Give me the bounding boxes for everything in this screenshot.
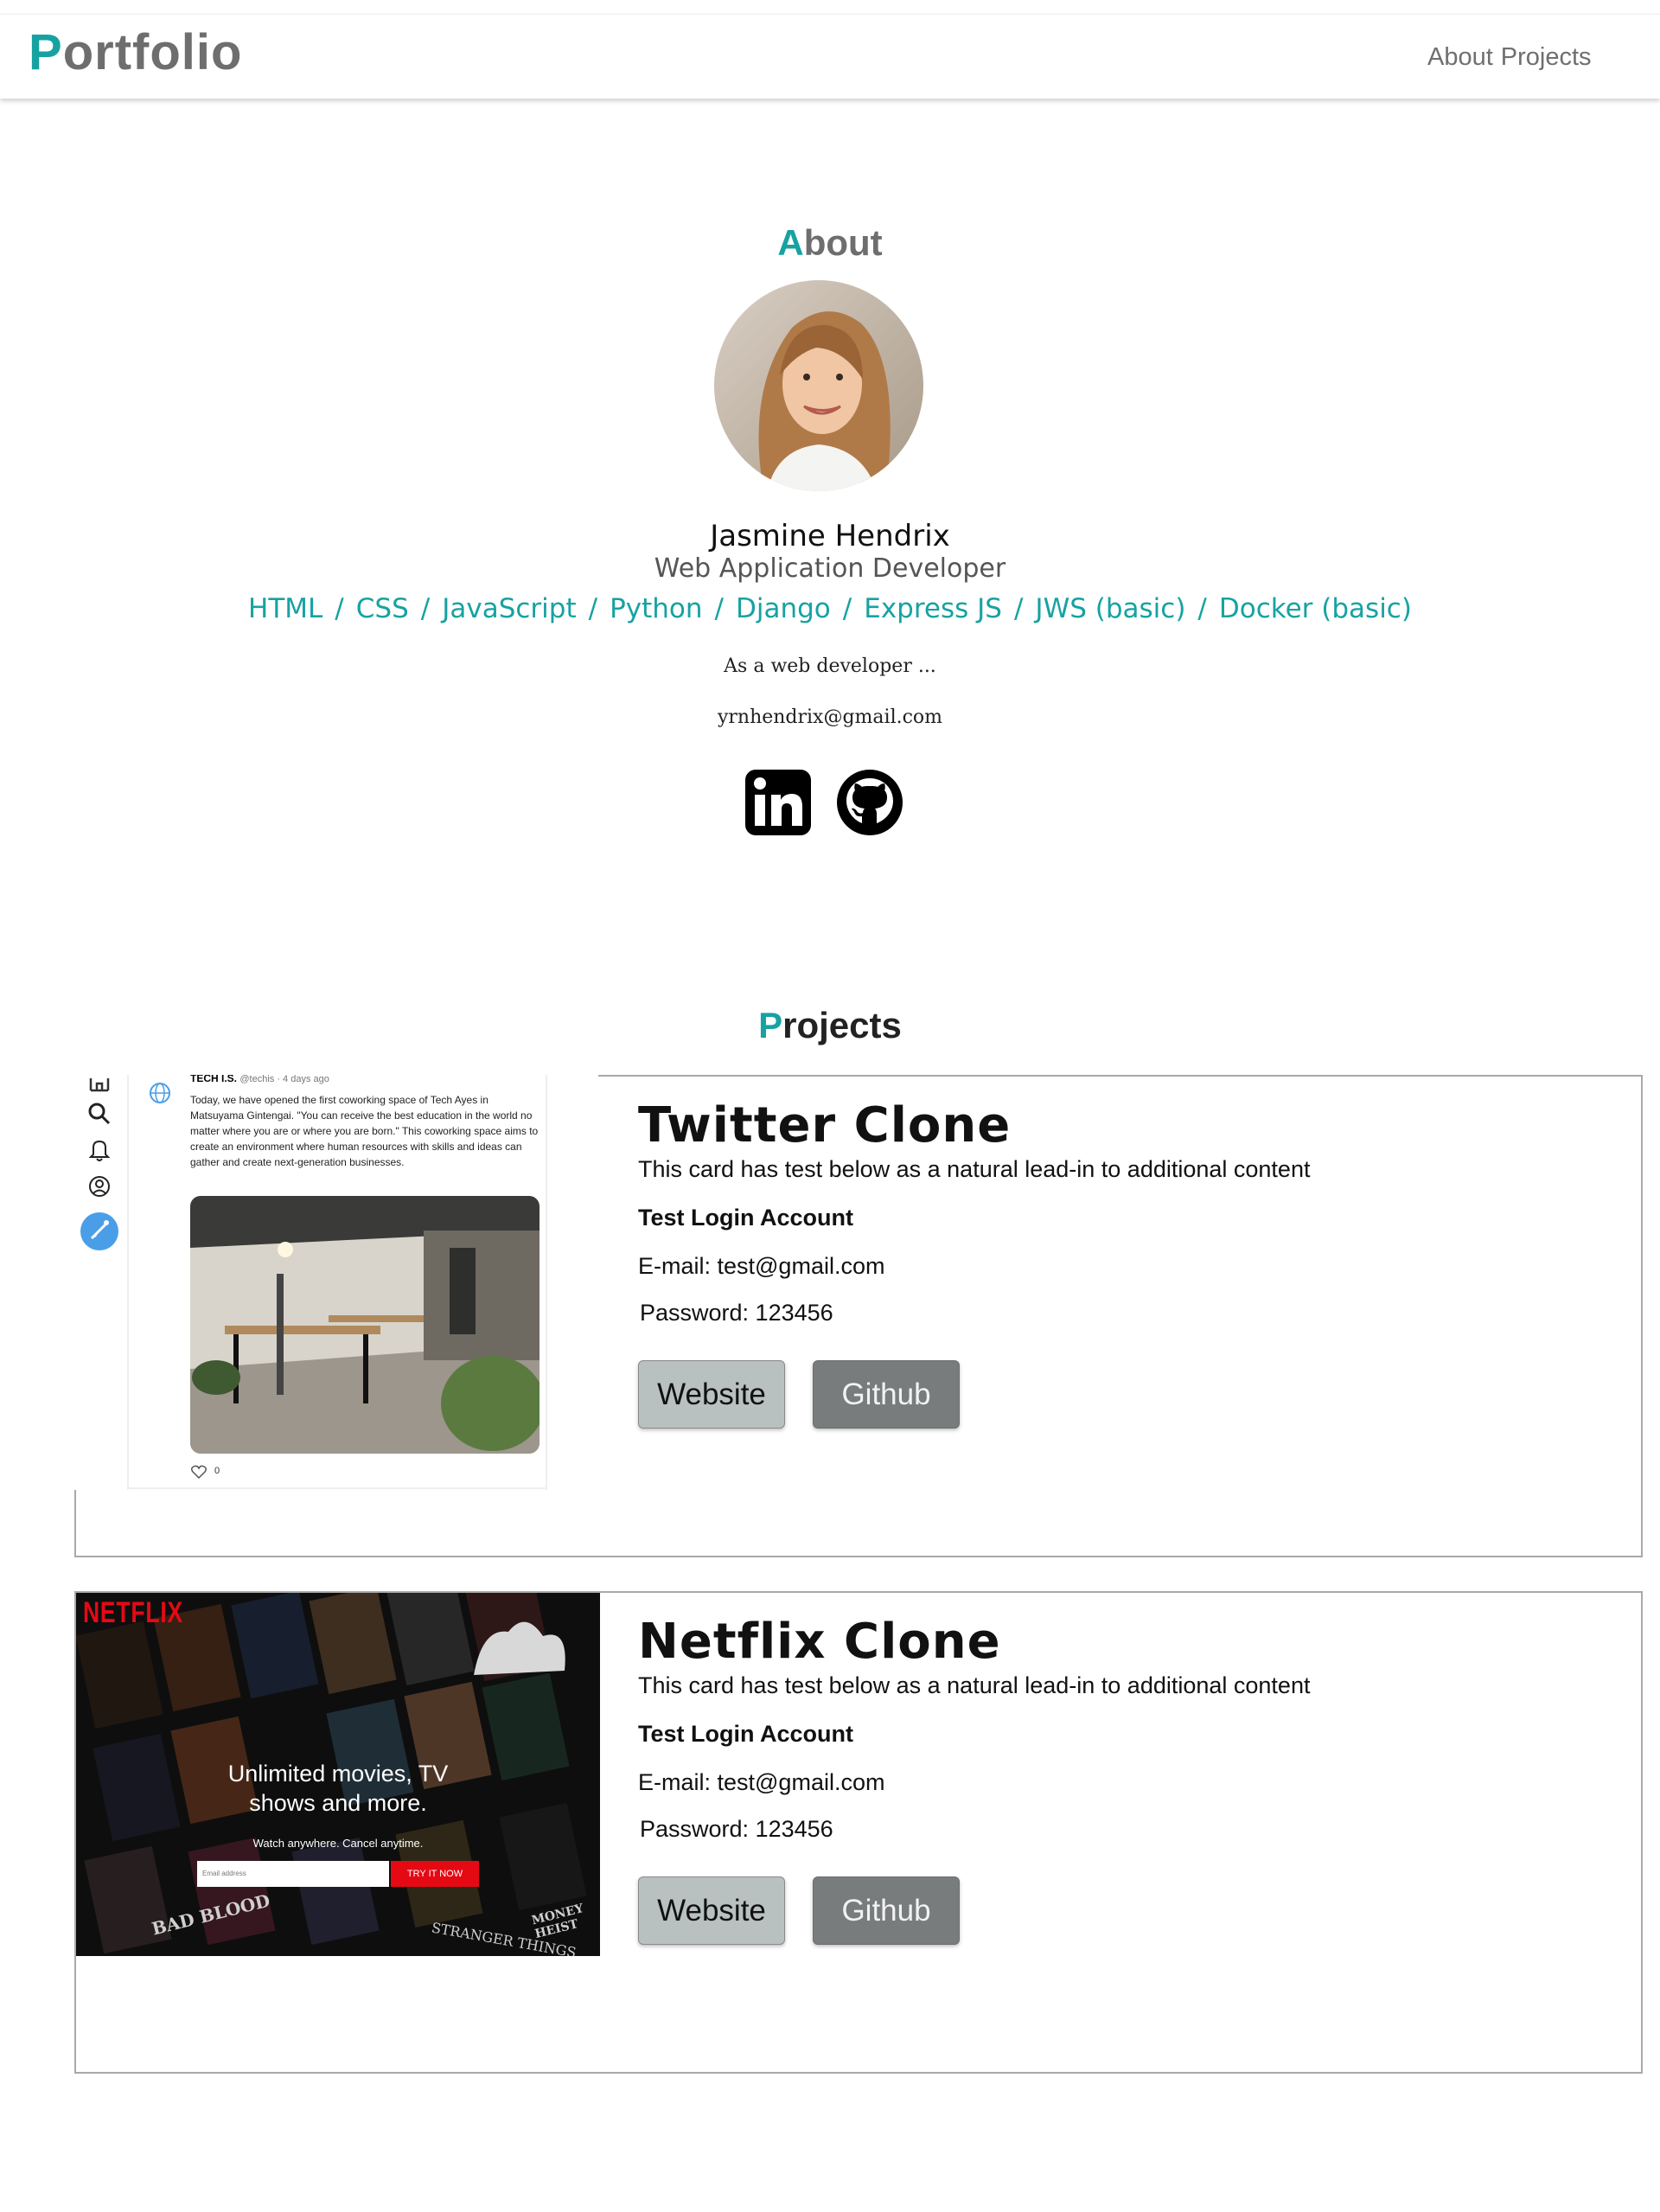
skill-separator: /: [1197, 593, 1207, 624]
bell-icon: [88, 1140, 111, 1161]
projects-title-first: P: [758, 1005, 783, 1045]
skill-separator: /: [588, 593, 598, 624]
project-card-twitter: TECH I.S. @techis · 4 days ago Today, we…: [74, 1075, 1643, 1557]
netflix-subline: Watch anywhere. Cancel anytime.: [252, 1837, 424, 1850]
tweet-author-line: TECH I.S. @techis · 4 days ago: [190, 1075, 329, 1084]
avatar: [714, 280, 923, 491]
card-description: This card has test below as a natural le…: [638, 1156, 1311, 1182]
github-button[interactable]: Github: [813, 1360, 960, 1429]
skill-jws: JWS (basic): [1035, 593, 1186, 624]
skills-list: HTML / CSS / JavaScript / Python / Django / Expres…: [0, 593, 1660, 624]
about-title: About: [0, 222, 1660, 264]
tweet-handle: @techis · 4 days ago: [239, 1075, 329, 1084]
search-icon: [88, 1103, 111, 1125]
nav-link-about[interactable]: About: [1427, 43, 1493, 71]
skill-separator: /: [1013, 593, 1024, 624]
card-title: Netflix Clone: [638, 1614, 1001, 1670]
skill-separator: /: [335, 593, 344, 624]
compose-tweet-icon: [80, 1212, 118, 1250]
globe-icon: [150, 1083, 170, 1103]
tweet-author: TECH I.S.: [190, 1075, 238, 1084]
skill-separator: /: [420, 593, 431, 624]
profile-icon: [89, 1176, 110, 1197]
netflix-logo: NETFLIX: [83, 1596, 183, 1629]
brand-logo[interactable]: Portfolio: [29, 23, 242, 81]
login-password: Password: 123456: [640, 1300, 833, 1326]
tweet-image: [190, 1196, 540, 1454]
github-button[interactable]: Github: [813, 1876, 960, 1945]
about-title-rest: bout: [803, 222, 883, 263]
brand-first-letter: P: [29, 24, 63, 80]
project-card-netflix: NETFLIX Unlimited movies, TV shows and m…: [74, 1591, 1643, 2074]
home-icon: [89, 1078, 110, 1092]
skill-css: CSS: [355, 593, 409, 624]
website-button[interactable]: Website: [638, 1360, 785, 1429]
projects-title: Projects: [0, 1005, 1660, 1046]
about-blurb: As a web developer ...: [724, 655, 936, 677]
contact-email: yrnhendrix@gmail.com: [717, 706, 943, 728]
like-count: 0: [214, 1466, 220, 1476]
heart-icon[interactable]: [190, 1464, 208, 1480]
linkedin-icon[interactable]: [744, 768, 813, 837]
projects-title-rest: rojects: [782, 1005, 902, 1045]
login-heading: Test Login Account: [638, 1721, 853, 1747]
skill-separator: /: [842, 593, 852, 624]
netflix-cta-button[interactable]: TRY IT NOW: [391, 1861, 479, 1887]
card-description: This card has test below as a natural le…: [638, 1672, 1311, 1698]
skill-express: Express JS: [864, 593, 1002, 624]
twitter-screenshot: TECH I.S. @techis · 4 days ago Today, we…: [74, 1075, 598, 1490]
login-email: E-mail: test@gmail.com: [638, 1769, 885, 1795]
skill-python: Python: [610, 593, 703, 624]
nav-link-projects[interactable]: Projects: [1501, 43, 1592, 71]
brand-rest: ortfolio: [62, 24, 243, 80]
person-role: Web Application Developer: [654, 553, 1006, 584]
netflix-email-input[interactable]: Email address: [197, 1861, 389, 1887]
skill-django: Django: [736, 593, 831, 624]
skill-javascript: JavaScript: [442, 593, 577, 624]
skill-separator: /: [714, 593, 724, 624]
person-name: Jasmine Hendrix: [710, 519, 950, 553]
skill-docker: Docker (basic): [1218, 593, 1412, 624]
login-password: Password: 123456: [640, 1816, 833, 1842]
login-heading: Test Login Account: [638, 1205, 853, 1231]
github-icon[interactable]: [835, 768, 904, 837]
website-button[interactable]: Website: [638, 1876, 785, 1945]
nav-links: About Projects: [1427, 43, 1599, 72]
netflix-headline: Unlimited movies, TV shows and more.: [227, 1761, 449, 1816]
about-title-first: A: [777, 222, 804, 263]
navbar: Portfolio About Projects: [0, 14, 1660, 99]
tweet-text: Today, we have opened the first coworkin…: [190, 1094, 539, 1168]
netflix-screenshot: NETFLIX Unlimited movies, TV shows and m…: [76, 1593, 600, 1956]
skill-html: HTML: [248, 593, 323, 624]
login-email: E-mail: test@gmail.com: [638, 1253, 885, 1279]
card-title: Twitter Clone: [638, 1097, 1012, 1154]
